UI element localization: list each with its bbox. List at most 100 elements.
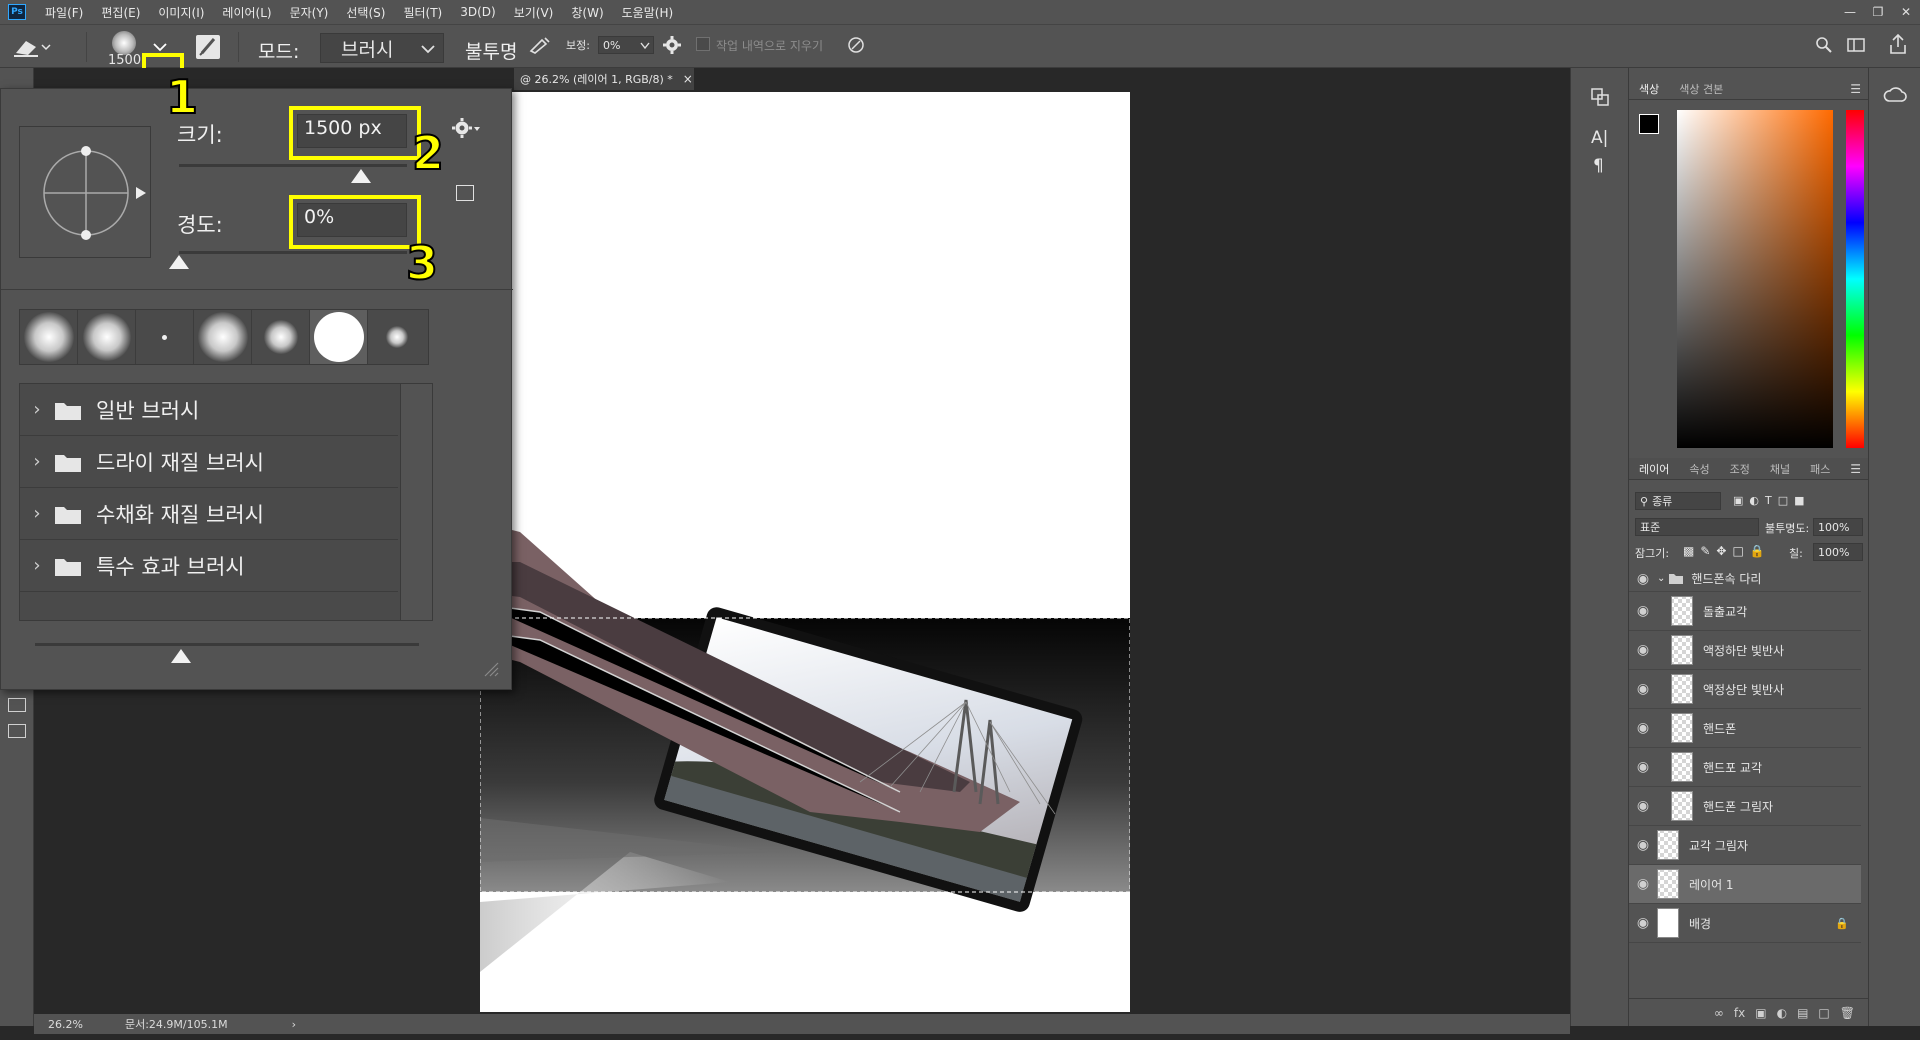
mode-select[interactable]: 브러시 xyxy=(320,33,444,63)
eye-icon[interactable]: ◉ xyxy=(1629,603,1657,619)
canvas[interactable] xyxy=(480,92,1130,1012)
eye-icon[interactable]: ◉ xyxy=(1629,837,1657,853)
menu-file[interactable]: 파일(F) xyxy=(36,4,92,21)
reset-brush-icon[interactable] xyxy=(456,185,474,201)
new-group-icon[interactable]: ▤ xyxy=(1797,1006,1808,1020)
new-layer-icon[interactable]: □ xyxy=(1818,1006,1829,1020)
brush-tip-soft-large-2[interactable] xyxy=(194,310,252,364)
tab-layers[interactable]: 레이어 xyxy=(1629,461,1679,477)
document-tab[interactable]: @ 26.2% (레이어 1, RGB/8) * × xyxy=(514,68,694,90)
adjustment-icon[interactable]: ◐ xyxy=(1777,1006,1787,1020)
color-field[interactable] xyxy=(1677,110,1833,448)
pressure-button[interactable] xyxy=(846,35,866,55)
layer-row[interactable]: ◉ 배경 🔒 xyxy=(1629,904,1861,943)
history-panel-button[interactable] xyxy=(1589,86,1611,108)
smoothing-options-button[interactable] xyxy=(662,35,682,55)
brush-tip-soft-large[interactable] xyxy=(20,310,78,364)
brush-tip-dot[interactable] xyxy=(136,310,194,364)
share-button[interactable] xyxy=(1888,33,1908,55)
brush-popup-settings-button[interactable] xyxy=(451,117,481,139)
hardness-slider-track[interactable] xyxy=(179,251,407,254)
character-panel-icon[interactable]: A| xyxy=(1591,128,1608,148)
layer-filter-icons[interactable]: ▣◐T□■ xyxy=(1733,494,1811,507)
eye-icon[interactable]: ◉ xyxy=(1629,915,1657,931)
menu-view[interactable]: 보기(V) xyxy=(505,4,563,21)
tab-paths[interactable]: 패스 xyxy=(1800,461,1840,477)
panel-menu-icon[interactable]: ☰ xyxy=(1850,462,1861,476)
folder-row-watercolor[interactable]: › 수채화 재질 브러시 xyxy=(20,488,398,540)
menu-help[interactable]: 도움말(H) xyxy=(613,4,683,21)
eye-icon[interactable]: ◉ xyxy=(1629,681,1657,697)
fx-icon[interactable]: fx xyxy=(1734,1006,1745,1020)
brush-settings-toggle[interactable] xyxy=(194,33,222,61)
tab-channels[interactable]: 채널 xyxy=(1760,461,1800,477)
eye-icon[interactable]: ◉ xyxy=(1629,571,1657,587)
paragraph-panel-icon[interactable]: ¶ xyxy=(1593,156,1604,176)
close-icon[interactable]: ✕ xyxy=(1892,0,1920,24)
menu-window[interactable]: 창(W) xyxy=(562,4,612,21)
tab-color[interactable]: 색상 xyxy=(1629,81,1669,97)
menu-type[interactable]: 문자(Y) xyxy=(281,4,338,21)
search-button[interactable] xyxy=(1814,35,1834,55)
foreground-color-swatch[interactable] xyxy=(1639,114,1659,134)
creative-cloud-button[interactable] xyxy=(1883,86,1907,104)
layer-filter-select[interactable]: ⚲ 종류 xyxy=(1635,492,1721,510)
smoothing-field[interactable]: 0% xyxy=(598,36,654,54)
minimize-icon[interactable]: — xyxy=(1836,0,1864,24)
eye-icon[interactable]: ◉ xyxy=(1629,759,1657,775)
menu-layer[interactable]: 레이어(L) xyxy=(213,4,280,21)
eye-icon[interactable]: ◉ xyxy=(1629,720,1657,736)
hardness-slider-thumb[interactable] xyxy=(169,255,189,269)
brush-angle-preview[interactable] xyxy=(19,126,151,258)
quick-mask-icon[interactable] xyxy=(8,698,26,712)
menu-image[interactable]: 이미지(I) xyxy=(149,4,213,21)
status-menu-arrow-icon[interactable]: › xyxy=(292,1018,296,1031)
close-tab-icon[interactable]: × xyxy=(683,72,693,86)
panel-menu-icon[interactable]: ☰ xyxy=(1850,82,1861,96)
eye-icon[interactable]: ◉ xyxy=(1629,642,1657,658)
layer-opacity-field[interactable]: 100% xyxy=(1813,518,1863,536)
tab-properties[interactable]: 속성 xyxy=(1679,461,1719,477)
brush-tip-soft-tiny[interactable] xyxy=(368,310,426,364)
folder-row-dry[interactable]: › 드라이 재질 브러시 xyxy=(20,436,398,488)
menu-3d[interactable]: 3D(D) xyxy=(451,5,504,19)
airbrush-button[interactable] xyxy=(528,35,552,55)
restore-icon[interactable]: ❐ xyxy=(1864,0,1892,24)
layer-row[interactable]: ◉ 교각 그림자 xyxy=(1629,826,1861,865)
blend-mode-select[interactable]: 표준 xyxy=(1635,518,1759,536)
layer-fill-field[interactable]: 100% xyxy=(1813,543,1863,561)
layer-row[interactable]: ◉ 액정하단 빛반사 xyxy=(1629,631,1861,670)
layer-row[interactable]: ◉ 액정상단 빛반사 xyxy=(1629,670,1861,709)
brush-tip-soft-small[interactable] xyxy=(252,310,310,364)
mask-icon[interactable]: ▣ xyxy=(1755,1006,1766,1020)
workspace-button[interactable] xyxy=(1846,35,1866,55)
layer-row[interactable]: ◉ 핸드포 교각 xyxy=(1629,748,1861,787)
layer-group-row[interactable]: ◉ ⌄ 핸드폰속 다리 xyxy=(1629,566,1861,592)
tab-adjustments[interactable]: 조정 xyxy=(1720,461,1760,477)
screen-mode-icon[interactable] xyxy=(8,724,26,738)
eye-icon[interactable]: ◉ xyxy=(1629,876,1657,892)
trash-icon[interactable]: 🗑 xyxy=(1840,1006,1855,1020)
layer-row[interactable]: ◉ 돌출교각 xyxy=(1629,592,1861,631)
erase-history-checkbox[interactable] xyxy=(696,37,710,51)
eraser-tool-preset[interactable] xyxy=(12,35,52,59)
tab-swatches[interactable]: 색상 견본 xyxy=(1669,81,1733,97)
menu-filter[interactable]: 필터(T) xyxy=(394,4,451,21)
resize-grip-icon[interactable] xyxy=(483,661,499,677)
menu-select[interactable]: 선택(S) xyxy=(337,4,394,21)
size-slider-thumb[interactable] xyxy=(351,169,372,183)
size-slider-track[interactable] xyxy=(179,164,407,167)
layer-row[interactable]: ◉ 핸드폰 그림자 xyxy=(1629,787,1861,826)
menu-edit[interactable]: 편집(E) xyxy=(92,4,149,21)
layer-row[interactable]: ◉ 레이어 1 xyxy=(1629,865,1861,904)
eye-icon[interactable]: ◉ xyxy=(1629,798,1657,814)
folders-scrollbar[interactable] xyxy=(400,384,432,620)
folder-row-special[interactable]: › 특수 효과 브러시 xyxy=(20,540,398,592)
link-icon[interactable]: ∞ xyxy=(1714,1006,1724,1020)
preview-size-slider-thumb[interactable] xyxy=(171,649,191,663)
zoom-readout[interactable]: 26.2% xyxy=(48,1018,83,1031)
chevron-down-icon[interactable]: ⌄ xyxy=(1657,573,1665,584)
layer-row[interactable]: ◉ 핸드폰 xyxy=(1629,709,1861,748)
preview-size-slider-track[interactable] xyxy=(35,643,419,646)
hue-slider[interactable] xyxy=(1846,110,1864,448)
